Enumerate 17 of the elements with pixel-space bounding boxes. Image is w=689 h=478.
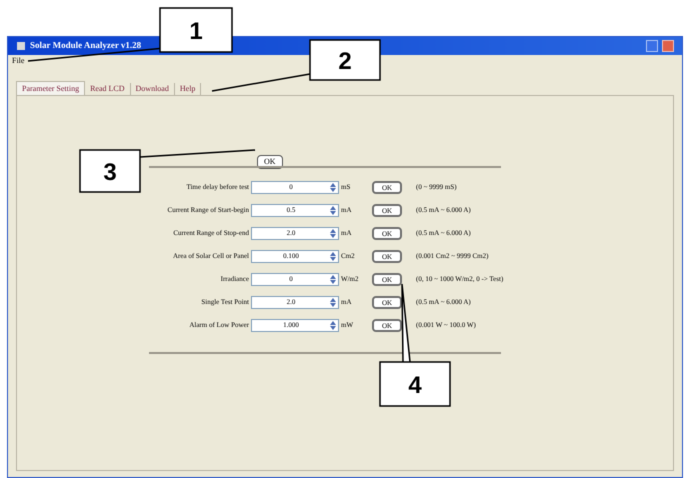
minimize-button[interactable] [646,40,658,52]
window-title: Solar Module Analyzer v1.28 [30,39,142,52]
callout-label: 3 [79,149,141,193]
spinner-arrows-icon [330,320,336,330]
menu-item[interactable]: File [12,55,24,67]
spinner-arrows-icon [330,228,336,238]
spinner-arrows-icon [330,274,336,284]
callout-label: 4 [379,361,451,407]
app-icon [16,41,26,51]
spinner-arrows-icon [330,182,336,192]
close-button[interactable] [662,40,674,52]
spinner-arrows-icon [330,298,336,306]
callout-label: 2 [309,39,381,81]
spinner-arrows-icon [330,206,336,214]
callout-label: 1 [159,7,233,53]
tab[interactable]: Parameter Setting [16,81,86,95]
spinner-arrows-icon [330,252,336,260]
